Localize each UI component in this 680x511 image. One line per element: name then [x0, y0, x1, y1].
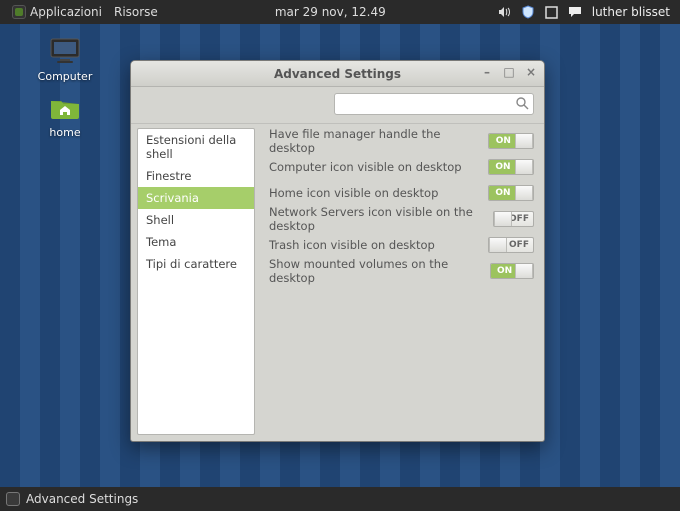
username-label: luther blisset [592, 5, 670, 19]
sidebar-item[interactable]: Estensioni della shell [138, 129, 254, 165]
mint-logo-icon [12, 5, 26, 19]
maximize-button[interactable]: □ [502, 65, 516, 79]
system-tray: luther blisset [497, 5, 674, 19]
desktop-icon-home-label: home [30, 126, 100, 139]
setting-row: Show mounted volumes on the desktopON [269, 258, 534, 284]
setting-label: Home icon visible on desktop [269, 186, 438, 200]
close-button[interactable]: × [524, 65, 538, 79]
toggle-switch[interactable]: OFF [493, 211, 534, 227]
settings-panel: Have file manager handle the desktopONCo… [255, 124, 544, 441]
toggle-switch[interactable]: ON [488, 133, 534, 149]
bottom-panel: Advanced Settings [0, 487, 680, 511]
resources-menu[interactable]: Risorse [108, 0, 164, 24]
sidebar-item[interactable]: Tipi di carattere [138, 253, 254, 275]
advanced-settings-window: Advanced Settings – □ × Estensioni della… [130, 60, 545, 442]
setting-row: Trash icon visible on desktop OFF [269, 232, 534, 258]
setting-label: Have file manager handle the desktop [269, 127, 488, 155]
computer-icon [47, 36, 83, 66]
setting-row: Have file manager handle the desktopON [269, 128, 534, 154]
window-titlebar[interactable]: Advanced Settings – □ × [131, 61, 544, 87]
setting-row: Network Servers icon visible on the desk… [269, 206, 534, 232]
toggle-switch[interactable]: OFF [488, 237, 534, 253]
shield-icon[interactable] [521, 5, 535, 19]
setting-label: Computer icon visible on desktop [269, 160, 462, 174]
sidebar-item[interactable]: Tema [138, 231, 254, 253]
clock-text: mar 29 nov, 12.49 [275, 5, 386, 19]
setting-row: Home icon visible on desktop ON [269, 180, 534, 206]
setting-label: Trash icon visible on desktop [269, 238, 435, 252]
resources-menu-label: Risorse [114, 5, 158, 19]
chat-icon[interactable] [568, 5, 582, 19]
desktop-icon-computer[interactable]: Computer [30, 36, 100, 83]
minimize-button[interactable]: – [480, 65, 494, 79]
setting-label: Network Servers icon visible on the desk… [269, 205, 493, 233]
setting-row: Computer icon visible on desktop ON [269, 154, 534, 180]
applications-menu[interactable]: Applicazioni [6, 0, 108, 24]
window-body: Estensioni della shellFinestreScrivaniaS… [131, 123, 544, 441]
setting-label: Show mounted volumes on the desktop [269, 257, 490, 285]
applications-menu-label: Applicazioni [30, 5, 102, 19]
sidebar-item[interactable]: Shell [138, 209, 254, 231]
home-folder-icon [47, 92, 83, 122]
search-box[interactable] [334, 93, 534, 115]
sidebar-item[interactable]: Scrivania [138, 187, 254, 209]
window-icon[interactable] [545, 6, 558, 19]
search-icon[interactable] [515, 95, 529, 114]
taskbar-entry-label: Advanced Settings [26, 492, 138, 506]
user-menu[interactable]: luther blisset [592, 5, 670, 19]
window-title: Advanced Settings [274, 67, 401, 81]
toggle-switch[interactable]: ON [490, 263, 534, 279]
taskbar-entry-advanced-settings[interactable]: Advanced Settings [6, 492, 138, 506]
search-input[interactable] [339, 97, 515, 111]
search-row [131, 87, 544, 123]
toggle-switch[interactable]: ON [488, 185, 534, 201]
top-panel: Applicazioni Risorse mar 29 nov, 12.49 l… [0, 0, 680, 24]
clock[interactable]: mar 29 nov, 12.49 [275, 5, 386, 19]
sidebar-item[interactable]: Finestre [138, 165, 254, 187]
settings-sidebar: Estensioni della shellFinestreScrivaniaS… [137, 128, 255, 435]
desktop-icon-computer-label: Computer [30, 70, 100, 83]
desktop-icon-home[interactable]: home [30, 92, 100, 139]
toggle-switch[interactable]: ON [488, 159, 534, 175]
app-icon [6, 492, 20, 506]
volume-icon[interactable] [497, 5, 511, 19]
